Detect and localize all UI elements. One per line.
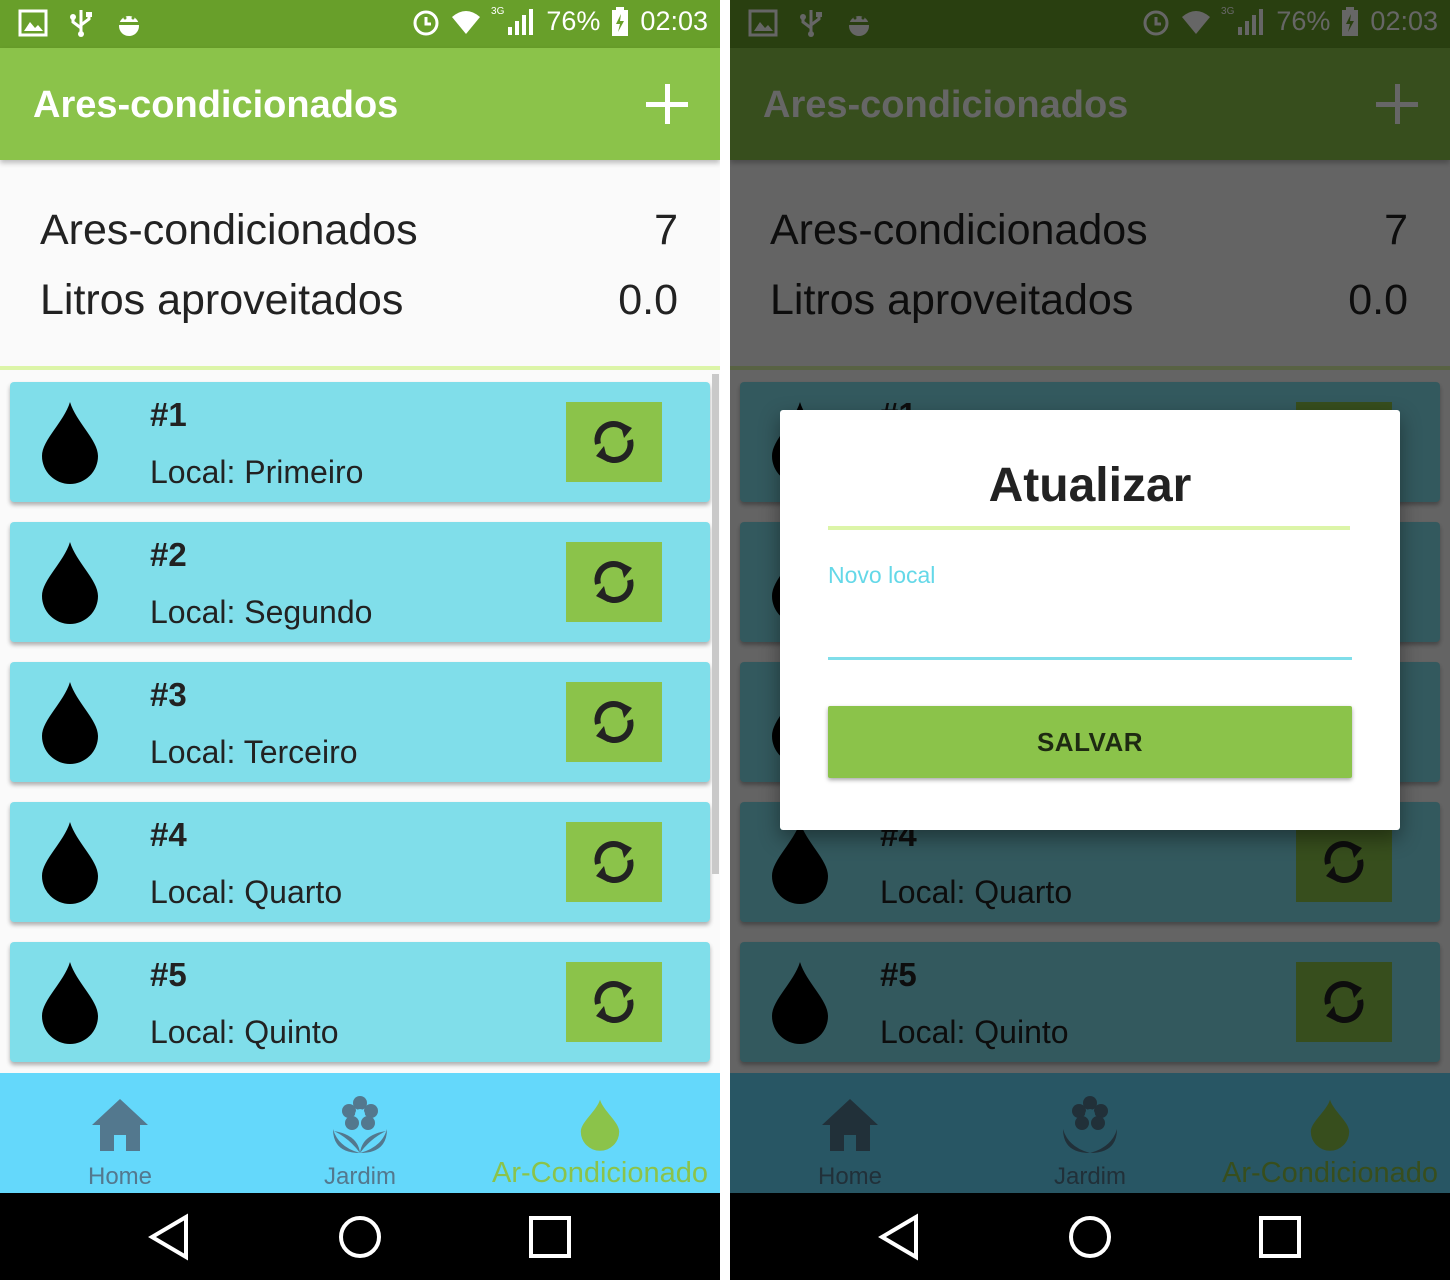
water-drop-icon	[580, 1099, 620, 1151]
nav-item-home[interactable]: Home	[0, 1073, 240, 1193]
nav-label: Jardim	[323, 1163, 396, 1190]
home-circle-icon[interactable]	[1066, 1213, 1114, 1261]
usb-icon	[70, 10, 92, 37]
battery-charging-icon	[612, 6, 629, 36]
item-number: #4	[150, 816, 187, 853]
update-dialog: Atualizar Novo local SALVAR	[780, 410, 1400, 830]
recents-icon[interactable]	[1256, 1213, 1304, 1261]
gallery-icon	[18, 9, 48, 37]
phone-screen-list: 3G 76% 02:03 Ares-condicionados Ares-con…	[0, 0, 720, 1280]
item-location: Local: Terceiro	[150, 734, 358, 770]
nav-label: Ar-Condicionado	[491, 1157, 708, 1189]
status-bar: 3G 76% 02:03	[0, 0, 720, 48]
dialog-title: Atualizar	[988, 459, 1192, 512]
field-label: Novo local	[828, 562, 936, 588]
refresh-icon	[594, 421, 634, 463]
water-drop-icon	[42, 962, 98, 1044]
list-item[interactable]: #4 Local: Quarto	[10, 802, 710, 922]
home-circle-icon[interactable]	[336, 1213, 384, 1261]
wifi-icon	[452, 10, 481, 34]
new-location-input[interactable]	[828, 600, 1352, 660]
summary-label: Litros aproveitados	[40, 276, 404, 324]
refresh-button[interactable]	[566, 822, 662, 902]
item-number: #2	[150, 536, 187, 573]
page-title: Ares-condicionados	[33, 84, 399, 126]
summary-row-liters: Litros aproveitados 0.0	[40, 276, 678, 336]
flower-icon	[333, 1096, 387, 1153]
android-debug-icon	[119, 16, 139, 36]
nav-item-jardim[interactable]: Jardim	[240, 1073, 480, 1193]
recents-icon[interactable]	[526, 1213, 574, 1261]
summary-value: 0.0	[618, 276, 678, 324]
scrollbar[interactable]	[712, 374, 719, 874]
clock: 02:03	[640, 6, 708, 36]
refresh-button[interactable]	[566, 962, 662, 1042]
item-location: Local: Segundo	[150, 594, 373, 630]
list-item[interactable]: #5 Local: Quinto	[10, 942, 710, 1062]
save-button[interactable]: SALVAR	[828, 706, 1352, 778]
summary-label: Ares-condicionados	[40, 206, 418, 254]
network-type: 3G	[491, 6, 505, 17]
refresh-button[interactable]	[566, 402, 662, 482]
refresh-icon	[594, 981, 634, 1023]
water-drop-icon	[42, 542, 98, 624]
water-drop-icon	[42, 822, 98, 904]
item-number: #5	[150, 956, 187, 993]
summary-panel: Ares-condicionados 7 Litros aproveitados…	[0, 160, 720, 370]
add-button[interactable]	[644, 82, 690, 128]
home-icon	[92, 1099, 148, 1151]
refresh-button[interactable]	[566, 682, 662, 762]
nav-label: Home	[87, 1163, 153, 1190]
refresh-button[interactable]	[566, 542, 662, 622]
refresh-icon	[594, 701, 634, 743]
system-navigation-bar	[730, 1193, 1450, 1280]
system-navigation-bar	[0, 1193, 720, 1280]
list-item[interactable]: #3 Local: Terceiro	[10, 662, 710, 782]
item-location: Local: Quarto	[150, 874, 343, 910]
back-icon[interactable]	[876, 1213, 924, 1261]
summary-row-count: Ares-condicionados 7	[40, 206, 678, 266]
back-icon[interactable]	[146, 1213, 194, 1261]
nav-item-ar-condicionado[interactable]: Ar-Condicionado	[480, 1073, 720, 1193]
refresh-icon	[594, 561, 634, 603]
app-bar: Ares-condicionados	[0, 48, 720, 160]
item-location: Local: Primeiro	[150, 454, 364, 490]
item-number: #1	[150, 396, 187, 433]
signal-icon	[508, 8, 534, 35]
list-item[interactable]: #1 Local: Primeiro	[10, 382, 710, 502]
item-number: #3	[150, 676, 187, 713]
list-item[interactable]: #2 Local: Segundo	[10, 522, 710, 642]
summary-value: 7	[654, 206, 678, 254]
water-drop-icon	[42, 682, 98, 764]
bottom-navigation: Home Jardim Ar-Condicionado	[0, 1073, 720, 1193]
water-drop-icon	[42, 402, 98, 484]
battery-percent: 76%	[546, 6, 601, 36]
item-location: Local: Quinto	[150, 1014, 339, 1050]
phone-screen-dialog: 3G 76% 02:03 Ares-condicionados Ares-con…	[730, 0, 1450, 1280]
refresh-icon	[594, 841, 634, 883]
alarm-icon	[413, 10, 439, 35]
dialog-divider	[828, 526, 1350, 530]
